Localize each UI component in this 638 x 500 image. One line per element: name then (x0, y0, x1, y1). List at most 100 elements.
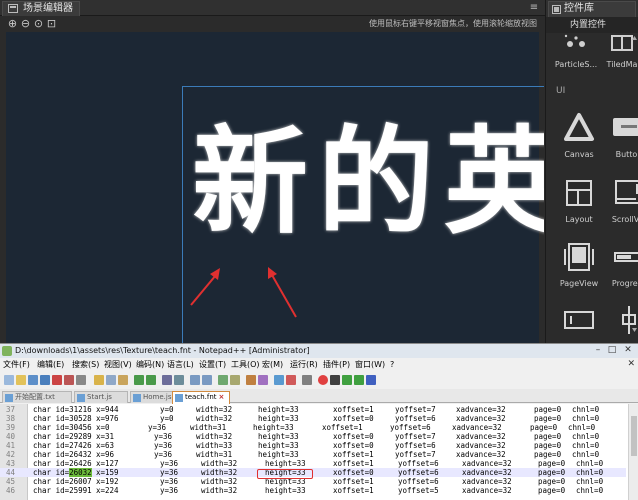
menu-macro[interactable]: 宏(M) (262, 360, 283, 370)
tab-label: teach.fnt (185, 393, 217, 401)
char-page: page=0 (534, 450, 562, 459)
sync-scroll-icon[interactable] (218, 375, 228, 385)
panel-menu-icon[interactable]: ≡ (529, 2, 539, 13)
redo-icon[interactable] (146, 375, 156, 385)
tab-close-icon[interactable]: × (219, 392, 225, 403)
save-all-icon[interactable] (40, 375, 50, 385)
tab-label: Home.js (143, 393, 172, 401)
char-chnl: chnl=0 (576, 477, 604, 486)
menu-view[interactable]: 视图(V) (104, 360, 132, 370)
menu-edit[interactable]: 编辑(E) (37, 360, 64, 370)
open-file-icon[interactable] (16, 375, 26, 385)
play-macro-multiple-icon[interactable] (354, 375, 364, 385)
function-list-icon[interactable] (286, 375, 296, 385)
find-icon[interactable] (162, 375, 172, 385)
menu-tools[interactable]: 工具(O) (231, 360, 260, 370)
menu-search[interactable]: 搜索(S) (72, 360, 99, 370)
line-number: 42 (6, 450, 16, 459)
menu-plugins[interactable]: 插件(P) (323, 360, 350, 370)
zoom-in-icon[interactable]: ⊕ (7, 18, 18, 29)
char-height: height=33 (253, 423, 294, 432)
play-macro-icon[interactable] (342, 375, 352, 385)
char-xadvance: xadvance=32 (462, 486, 512, 495)
replace-icon[interactable] (174, 375, 184, 385)
notepadpp-titlebar: D:\downloads\1\assets\res\Texture\teach.… (0, 344, 638, 358)
menu-settings[interactable]: 设置(T) (199, 360, 226, 370)
char-yoffset: yoffset=6 (395, 414, 436, 423)
char-x: x=976 (96, 414, 119, 423)
zoom-fit-icon[interactable]: ⊡ (46, 18, 57, 29)
bitmap-label-preview[interactable]: 新的英 (192, 108, 544, 268)
undo-icon[interactable] (134, 375, 144, 385)
print-icon[interactable] (76, 375, 86, 385)
close-all-icon[interactable] (64, 375, 74, 385)
char-yoffset: yoffset=6 (398, 477, 439, 486)
code-line-39: 39 char id=30456 x=0 y=36 width=31 heigh… (0, 423, 626, 432)
char-page: page=0 (534, 432, 562, 441)
scrollbar-thumb[interactable] (631, 416, 637, 456)
char-width: width=31 (196, 450, 233, 459)
menu-window[interactable]: 窗口(W) (355, 360, 385, 370)
tab-control-library[interactable]: 控件库 (548, 1, 636, 17)
char-width: width=31 (190, 423, 227, 432)
paste-icon[interactable] (118, 375, 128, 385)
particle-system-icon (564, 34, 585, 47)
code-editor[interactable]: 37 char id=31216 x=944 y=0 width=32 heig… (0, 404, 638, 500)
editor-vertical-scrollbar[interactable] (628, 404, 638, 500)
close-icon[interactable]: ✕ (622, 344, 634, 356)
doc-map-icon[interactable] (274, 375, 284, 385)
record-macro-icon[interactable] (318, 375, 328, 385)
char-xoffset: xoffset=1 (333, 405, 374, 414)
char-xadvance: xadvance=32 (462, 468, 512, 477)
stop-macro-icon[interactable] (330, 375, 340, 385)
show-all-chars-icon[interactable] (246, 375, 256, 385)
char-chnl: chnl=0 (568, 423, 596, 432)
char-yoffset: yoffset=6 (395, 441, 436, 450)
tab-teach-fnt[interactable]: teach.fnt × (172, 391, 230, 404)
char-page: page=0 (534, 441, 562, 450)
menu-run[interactable]: 运行(R) (290, 360, 318, 370)
char-xoffset: xoffset=1 (322, 423, 363, 432)
close-file-icon[interactable] (52, 375, 62, 385)
char-chnl: chnl=0 (576, 459, 604, 468)
close-document-icon[interactable]: ✕ (627, 359, 635, 369)
char-xadvance: xadvance=32 (462, 477, 512, 486)
menu-language[interactable]: 语言(L) (167, 360, 194, 370)
tab-start-js[interactable]: Start.js (74, 391, 128, 403)
char-width: width=33 (196, 441, 233, 450)
char-x: x=31 (96, 432, 115, 441)
folder-workspace-icon[interactable] (302, 375, 312, 385)
menu-encoding[interactable]: 编码(N) (136, 360, 164, 370)
word-wrap-icon[interactable] (230, 375, 240, 385)
zoom-out-icon[interactable]: ⊖ (20, 18, 31, 29)
file-icon (175, 394, 183, 402)
zoom-in-editor-icon[interactable] (190, 375, 200, 385)
new-file-icon[interactable] (4, 375, 14, 385)
save-icon[interactable] (28, 375, 38, 385)
char-id: char id=25991 (33, 486, 92, 495)
indent-guide-icon[interactable] (258, 375, 268, 385)
char-xadvance: xadvance=32 (456, 414, 506, 423)
library-scrollbar[interactable] (632, 36, 637, 336)
save-macro-icon[interactable] (366, 375, 376, 385)
char-id-prefix: char id= (33, 468, 70, 477)
menu-file[interactable]: 文件(F) (3, 360, 30, 370)
char-y: y=36 (148, 423, 167, 432)
window-title: D:\downloads\1\assets\res\Texture\teach.… (15, 346, 310, 355)
char-chnl: chnl=0 (576, 468, 604, 477)
char-chnl: chnl=0 (572, 450, 600, 459)
menu-help[interactable]: ? (390, 360, 394, 370)
tab-kaishi-peizhi[interactable]: 开始配置.txt (2, 391, 72, 403)
tab-scene-editor[interactable]: 场景编辑器 (2, 1, 80, 16)
char-width: width=32 (201, 468, 238, 477)
canvas-icon (564, 113, 594, 141)
copy-icon[interactable] (106, 375, 116, 385)
code-line-45: 45 char id=26007 x=192 y=36 width=32 hei… (0, 477, 626, 486)
minimize-icon[interactable]: – (592, 344, 604, 356)
zoom-reset-icon[interactable]: ⊙ (33, 18, 44, 29)
tab-label: Start.js (87, 393, 112, 401)
cut-icon[interactable] (94, 375, 104, 385)
maximize-icon[interactable]: □ (606, 344, 618, 356)
zoom-out-editor-icon[interactable] (202, 375, 212, 385)
line-number: 37 (6, 405, 16, 414)
